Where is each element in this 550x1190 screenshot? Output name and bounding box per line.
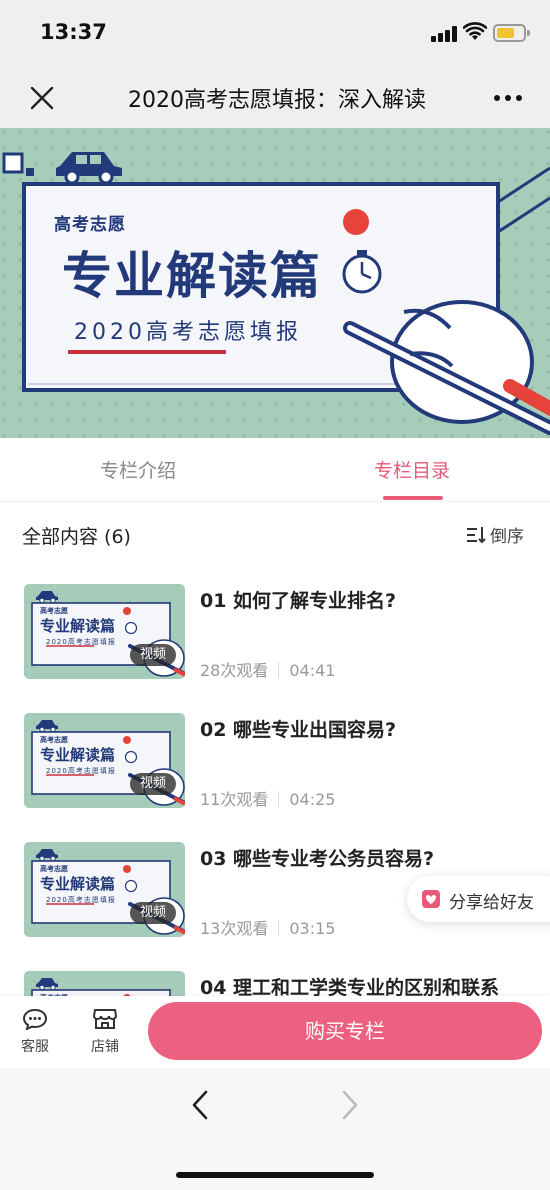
section-header: 全部内容 (6) 倒序 bbox=[0, 502, 550, 566]
view-count: 28次观看 bbox=[200, 661, 269, 680]
thumb-sub-title: 2020高考志愿填报 bbox=[46, 896, 116, 904]
view-count: 13次观看 bbox=[200, 919, 269, 938]
banner-image: 高考志愿 专业解读篇 2020高考志愿填报 bbox=[0, 128, 550, 438]
thumb-big-title: 专业解读篇 bbox=[40, 617, 116, 635]
video-thumbnail[interactable]: 高考志愿 专业解读篇 2020高考志愿填报 视频 bbox=[24, 842, 185, 937]
duration: 04:41 bbox=[289, 661, 336, 680]
duration: 03:15 bbox=[289, 919, 336, 938]
nav-bar: 2020高考志愿填报：深入解读 bbox=[0, 68, 550, 128]
item-meta: 13次观看 03:15 bbox=[200, 915, 335, 939]
customer-service-button[interactable]: 客服 bbox=[15, 1008, 55, 1056]
duration: 04:25 bbox=[289, 790, 336, 809]
video-badge: 视频 bbox=[130, 902, 176, 924]
divider bbox=[278, 791, 280, 807]
page-title: 2020高考志愿填报：深入解读 bbox=[128, 88, 426, 113]
status-bar: 13:37 bbox=[0, 0, 550, 68]
item-meta: 11次观看 04:25 bbox=[200, 786, 335, 810]
list-item[interactable]: 高考志愿 专业解读篇 2020高考志愿填报 视频 02 哪些专业出国容易? 11… bbox=[0, 713, 550, 813]
share-to-friends-button[interactable]: 分享给好友 bbox=[407, 876, 550, 922]
banner-sub-title: 2020高考志愿填报 bbox=[74, 320, 302, 345]
video-badge: 视频 bbox=[130, 644, 176, 666]
divider bbox=[278, 662, 280, 678]
list-item[interactable]: 高考志愿 专业解读篇 2020高考志愿填报 视频 01 如何了解专业排名? 28… bbox=[0, 584, 550, 684]
tab-bar: 专栏介绍 专栏目录 bbox=[0, 438, 550, 502]
thumb-big-title: 专业解读篇 bbox=[40, 746, 116, 764]
thumb-big-title: 专业解读篇 bbox=[40, 875, 116, 893]
wifi-icon bbox=[463, 22, 487, 40]
item-title[interactable]: 03 哪些专业考公务员容易? bbox=[200, 844, 530, 871]
tab-active-indicator bbox=[383, 496, 443, 500]
view-count: 11次观看 bbox=[200, 790, 269, 809]
gift-share-icon bbox=[422, 890, 440, 908]
bottom-action-bar: 客服 店铺 购买专栏 bbox=[0, 996, 550, 1068]
sort-button[interactable]: 倒序 bbox=[466, 522, 524, 547]
back-arrow-icon[interactable] bbox=[186, 1088, 216, 1122]
sort-icon bbox=[466, 526, 486, 544]
video-thumbnail[interactable]: 高考志愿 专业解读篇 2020高考志愿填报 视频 bbox=[24, 584, 185, 679]
shop-icon bbox=[92, 1008, 118, 1030]
tab-catalog[interactable]: 专栏目录 bbox=[332, 456, 492, 483]
shop-button[interactable]: 店铺 bbox=[85, 1008, 125, 1056]
share-label: 分享给好友 bbox=[449, 893, 534, 913]
item-meta: 28次观看 04:41 bbox=[200, 657, 335, 681]
divider bbox=[278, 920, 280, 936]
buy-column-button[interactable]: 购买专栏 bbox=[148, 1002, 542, 1060]
sort-label: 倒序 bbox=[490, 527, 524, 547]
status-time: 13:37 bbox=[40, 20, 107, 44]
more-icon[interactable] bbox=[490, 86, 526, 110]
browser-toolbar bbox=[0, 1068, 550, 1190]
home-indicator bbox=[176, 1172, 374, 1178]
video-thumbnail[interactable]: 高考志愿 专业解读篇 2020高考志愿填报 视频 bbox=[24, 713, 185, 808]
all-content-label: 全部内容 (6) bbox=[22, 526, 131, 548]
chat-bubble-icon bbox=[22, 1008, 48, 1031]
thumb-sub-title: 2020高考志愿填报 bbox=[46, 638, 116, 646]
close-icon[interactable] bbox=[26, 82, 58, 114]
item-title[interactable]: 01 如何了解专业排名? bbox=[200, 586, 530, 613]
item-title[interactable]: 02 哪些专业出国容易? bbox=[200, 715, 530, 742]
banner-small-title: 高考志愿 bbox=[54, 215, 126, 235]
battery-icon bbox=[493, 24, 530, 42]
customer-service-label: 客服 bbox=[21, 1039, 49, 1055]
signal-icon bbox=[431, 26, 459, 42]
tab-intro[interactable]: 专栏介绍 bbox=[58, 456, 218, 483]
forward-arrow-icon[interactable] bbox=[334, 1088, 364, 1122]
banner-big-title: 专业解读篇 bbox=[62, 247, 322, 305]
thumb-sub-title: 2020高考志愿填报 bbox=[46, 767, 116, 775]
video-badge: 视频 bbox=[130, 773, 176, 795]
shop-label: 店铺 bbox=[91, 1039, 119, 1055]
